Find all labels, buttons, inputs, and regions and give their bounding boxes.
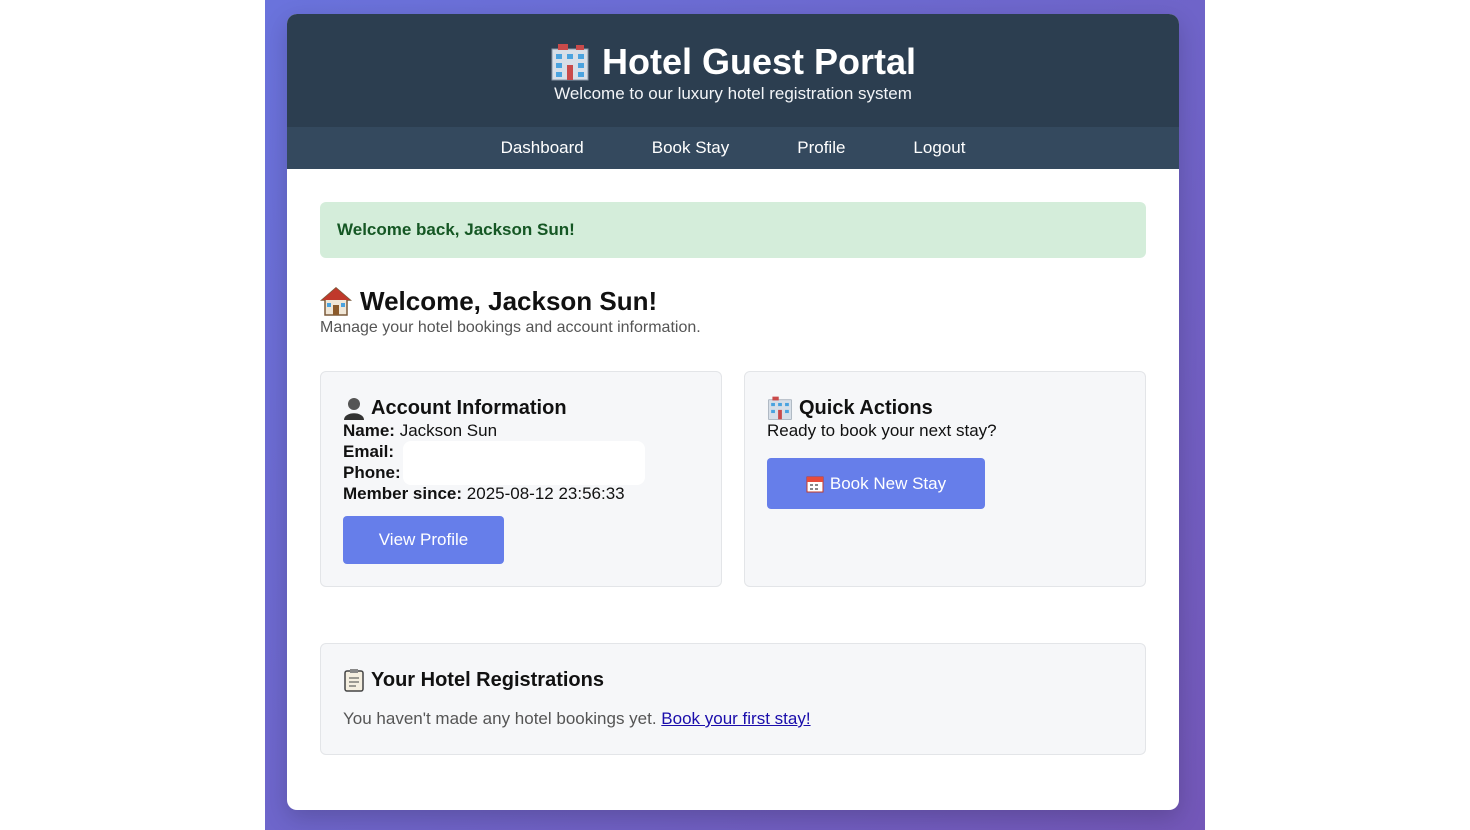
registrations-title-text: Your Hotel Registrations bbox=[371, 669, 604, 691]
name-value: Jackson Sun bbox=[399, 421, 498, 440]
quick-actions-title: Quick Actions bbox=[767, 396, 1123, 420]
house-icon bbox=[320, 287, 352, 316]
welcome-alert: Welcome back, Jackson Sun! bbox=[320, 202, 1146, 258]
redacted-contact-info bbox=[403, 441, 645, 485]
registrations-title: Your Hotel Registrations bbox=[343, 668, 1123, 692]
email-label: Email: bbox=[343, 442, 395, 461]
book-new-stay-label: Book New Stay bbox=[829, 473, 947, 493]
member-label: Member since: bbox=[343, 484, 463, 503]
empty-message: You haven't made any hotel bookings yet. bbox=[343, 709, 657, 728]
book-new-stay-button[interactable]: Book New Stay bbox=[767, 458, 985, 509]
account-member-line: Member since: 2025-08-12 23:56:33 bbox=[343, 483, 699, 504]
phone-label: Phone: bbox=[343, 463, 401, 482]
main-nav: Dashboard Book Stay Profile Logout bbox=[287, 127, 1179, 169]
account-title-text: Account Information bbox=[371, 397, 567, 419]
header-title-text: Hotel Guest Portal bbox=[601, 41, 917, 82]
portal-card: Hotel Guest Portal Welcome to our luxury… bbox=[287, 14, 1179, 810]
view-profile-button[interactable]: View Profile bbox=[343, 516, 504, 564]
account-name-line: Name: Jackson Sun bbox=[343, 420, 699, 441]
clipboard-icon bbox=[344, 669, 364, 692]
nav-logout[interactable]: Logout bbox=[879, 127, 999, 169]
nav-profile[interactable]: Profile bbox=[763, 127, 879, 169]
welcome-heading: Welcome, Jackson Sun! bbox=[320, 285, 1146, 317]
registrations-panel: Your Hotel Registrations You haven't mad… bbox=[320, 643, 1146, 755]
calendar-icon bbox=[806, 476, 824, 492]
page-title: Hotel Guest Portal bbox=[287, 42, 1179, 82]
header-subtitle: Welcome to our luxury hotel registration… bbox=[554, 84, 912, 103]
welcome-title-text: Welcome, Jackson Sun! bbox=[360, 286, 658, 316]
quick-actions-text: Ready to book your next stay? bbox=[767, 421, 997, 440]
hotel-icon bbox=[551, 44, 589, 81]
name-label: Name: bbox=[343, 421, 395, 440]
book-first-stay-link[interactable]: Book your first stay! bbox=[661, 709, 810, 728]
user-icon bbox=[344, 398, 364, 420]
member-value: 2025-08-12 23:56:33 bbox=[466, 484, 625, 503]
nav-dashboard[interactable]: Dashboard bbox=[467, 127, 618, 169]
welcome-subtitle: Manage your hotel bookings and account i… bbox=[320, 319, 701, 336]
hotel-icon bbox=[768, 396, 792, 420]
account-title: Account Information bbox=[343, 396, 699, 420]
quick-actions-panel: Quick Actions Ready to book your next st… bbox=[744, 371, 1146, 587]
header: Hotel Guest Portal Welcome to our luxury… bbox=[287, 14, 1179, 127]
registrations-empty-text: You haven't made any hotel bookings yet.… bbox=[343, 709, 1123, 729]
nav-book-stay[interactable]: Book Stay bbox=[618, 127, 764, 169]
quick-actions-title-text: Quick Actions bbox=[799, 397, 933, 419]
